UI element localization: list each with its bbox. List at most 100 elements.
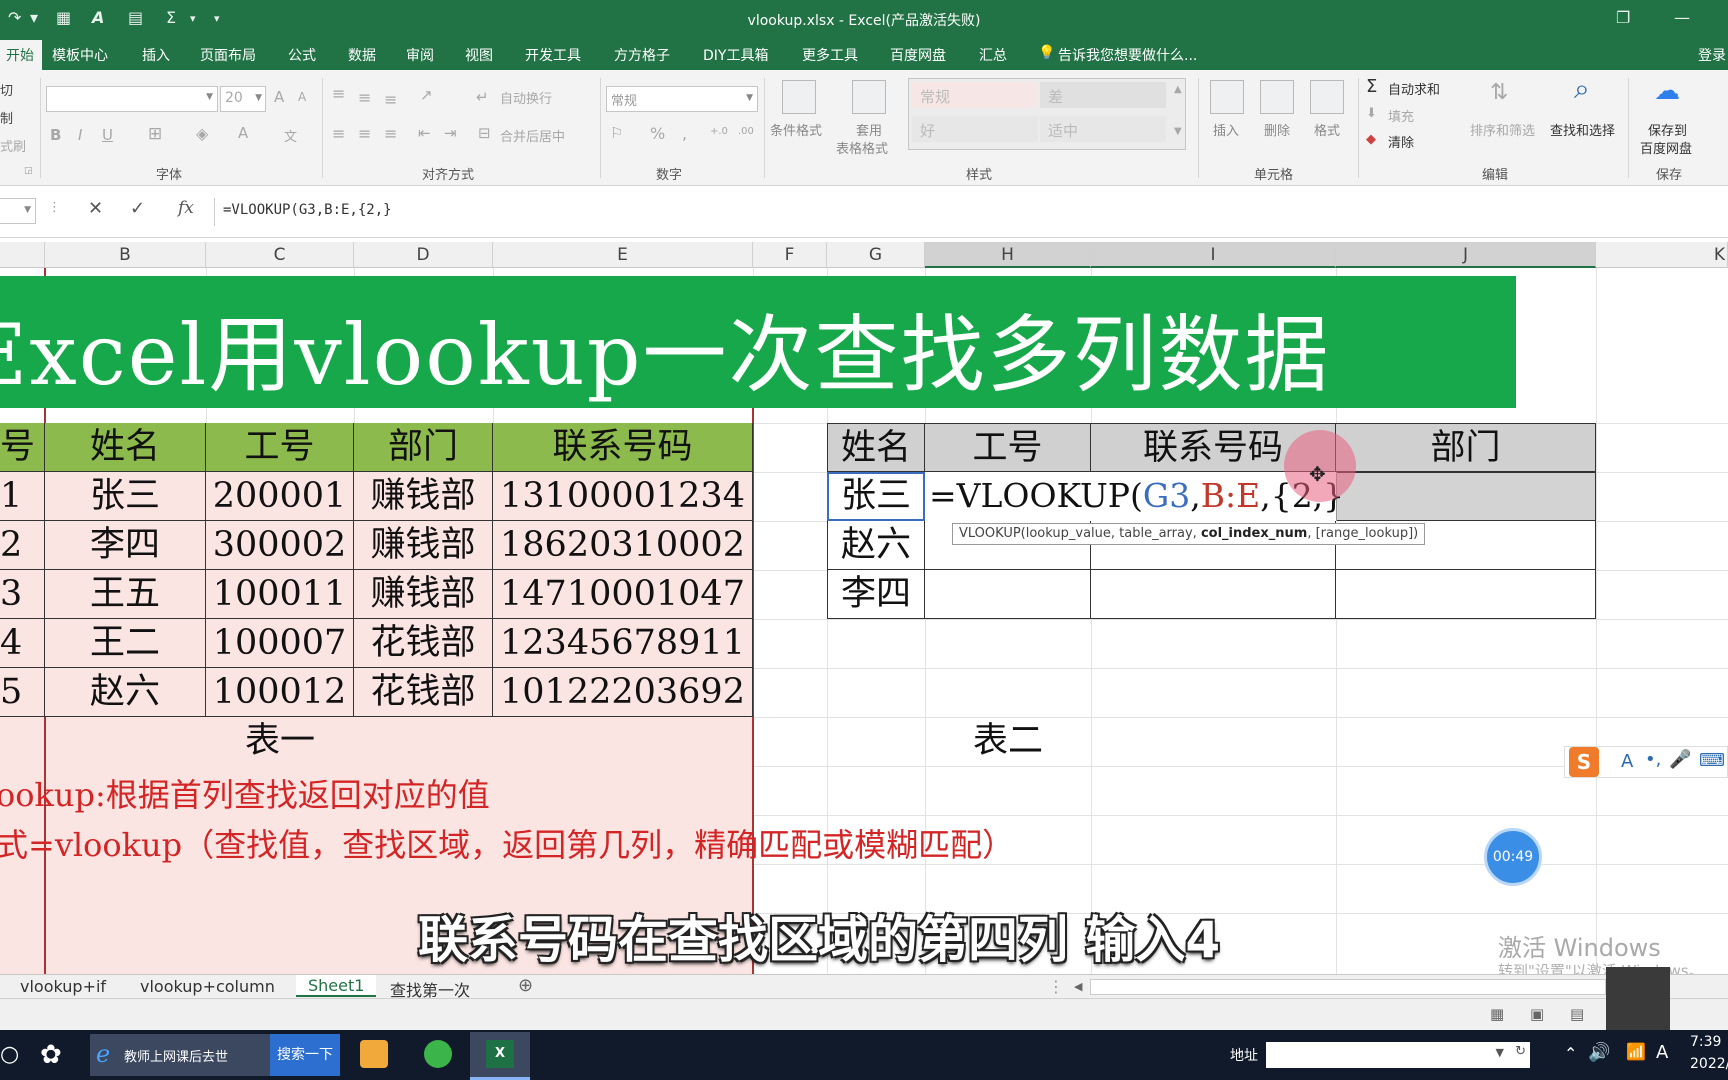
column-header-j[interactable]: J <box>1336 242 1596 268</box>
save-to-baidu-button[interactable]: 保存到 <box>1648 120 1687 139</box>
t1-cell[interactable]: 张三 <box>45 472 206 521</box>
column-header-k[interactable]: K <box>1596 242 1728 268</box>
t1-cell[interactable]: 200001 <box>206 472 354 521</box>
tab-insert[interactable]: 插入 <box>142 45 170 65</box>
fill-color-icon[interactable]: ◈ <box>196 124 208 143</box>
tab-formulas[interactable]: 公式 <box>288 45 316 65</box>
ime-punct-icon[interactable]: •, <box>1645 749 1661 770</box>
t2-header-name[interactable]: 姓名 <box>827 423 925 472</box>
column-header-b[interactable]: B <box>45 242 206 268</box>
clock-time[interactable]: 7:39 <box>1690 1034 1721 1050</box>
gallery-more-icon[interactable]: ▼ <box>1174 126 1182 137</box>
decrease-decimal-button[interactable]: .00 <box>738 126 754 137</box>
taskbar-ie-window[interactable]: e 教师上网课后去世 搜索一下 <box>90 1034 340 1076</box>
ime-mode-icon[interactable]: A <box>1621 751 1633 772</box>
accounting-icon[interactable]: ⚐ <box>610 124 623 142</box>
cancel-formula-icon[interactable]: ✕ <box>88 198 103 219</box>
cut-button[interactable]: 切 <box>0 80 13 99</box>
t1-cell[interactable]: 赚钱部 <box>354 570 493 619</box>
network-icon[interactable]: 📶 <box>1626 1042 1646 1061</box>
media-player-icon[interactable] <box>360 1040 388 1068</box>
t2-empty-cell[interactable] <box>925 570 1091 619</box>
align-top-icon[interactable]: ≡ <box>332 84 345 103</box>
microphone-icon[interactable]: 🎤 <box>1669 749 1691 770</box>
format-cells-button[interactable]: 格式 <box>1314 120 1340 139</box>
t1-cell[interactable]: 花钱部 <box>354 668 493 717</box>
t1-rownum[interactable]: 1 <box>0 472 45 521</box>
font-size-select[interactable]: 20 ▼ <box>220 86 266 112</box>
timer-badge[interactable]: 00:49 <box>1484 828 1542 886</box>
t1-cell[interactable]: 赵六 <box>45 668 206 717</box>
t1-cell[interactable]: 12345678911 <box>493 619 753 668</box>
column-header-f[interactable]: F <box>753 242 827 268</box>
cell-edit-formula[interactable]: =VLOOKUP(G3,B:E,{2,} <box>929 476 1344 515</box>
t1-cell[interactable]: 100007 <box>206 619 354 668</box>
column-header-g[interactable]: G <box>827 242 925 268</box>
t1-header-phone[interactable]: 联系号码 <box>493 423 753 472</box>
t2-empty-cell[interactable] <box>1336 570 1596 619</box>
tray-arrow-icon[interactable]: ⌃ <box>1564 1044 1577 1063</box>
page-break-view-icon[interactable]: ▤ <box>1570 1005 1584 1023</box>
t2-header-dept[interactable]: 部门 <box>1336 423 1596 472</box>
tell-me-box[interactable]: 告诉我您想要做什么... <box>1058 45 1197 65</box>
style-neutral[interactable]: 适中 <box>1040 116 1166 142</box>
t1-cell[interactable]: 花钱部 <box>354 619 493 668</box>
tab-page-layout[interactable]: 页面布局 <box>200 45 256 65</box>
scroll-left-icon[interactable]: ◀ <box>1074 980 1082 993</box>
table2-caption[interactable]: 表二 <box>925 717 1091 766</box>
ribbon-display-icon[interactable]: ❐ <box>1616 8 1630 27</box>
t1-cell[interactable]: 14710001047 <box>493 570 753 619</box>
t1-cell[interactable]: 赚钱部 <box>354 472 493 521</box>
tab-split-handle[interactable]: ⋮ <box>1048 977 1064 996</box>
bold-button[interactable]: B <box>50 126 61 144</box>
align-middle-icon[interactable]: ≡ <box>358 88 371 107</box>
taskbar-excel[interactable]: X <box>470 1032 530 1080</box>
table1-caption[interactable]: 表一 <box>206 717 354 766</box>
tab-template[interactable]: 模板中心 <box>52 45 108 65</box>
ime-indicator[interactable]: A <box>1656 1042 1668 1063</box>
underline-button[interactable]: U <box>102 126 113 144</box>
name-box[interactable]: ▼ <box>0 198 36 224</box>
t1-cell[interactable]: 13100001234 <box>493 472 753 521</box>
font-name-select[interactable]: ▼ <box>46 86 218 112</box>
align-bottom-icon[interactable]: ≡ <box>384 90 397 109</box>
search-once-button[interactable]: 搜索一下 <box>270 1034 340 1076</box>
tab-review[interactable]: 审阅 <box>406 45 434 65</box>
t1-rownum[interactable]: 3 <box>0 570 45 619</box>
style-bad[interactable]: 差 <box>1040 82 1166 108</box>
sort-filter-button[interactable]: 排序和筛选 <box>1470 120 1535 139</box>
insert-cells-button[interactable]: 插入 <box>1213 120 1239 139</box>
note-line-1[interactable]: ookup:根据首列查找返回对应的值 <box>0 770 490 816</box>
align-left-icon[interactable]: ≡ <box>332 124 345 143</box>
minimize-icon[interactable]: — <box>1674 8 1690 27</box>
align-center-icon[interactable]: ≡ <box>358 124 371 143</box>
t1-cell[interactable]: 李四 <box>45 521 206 570</box>
normal-view-icon[interactable]: ▦ <box>1490 1005 1504 1023</box>
tab-developer[interactable]: 开发工具 <box>525 45 581 65</box>
clipboard-launcher-icon[interactable]: ◲ <box>24 166 33 176</box>
merge-center-button[interactable]: 合并后居中 <box>500 126 565 145</box>
insert-function-icon[interactable]: fx <box>178 198 194 218</box>
sheet-tab-vlookup-if[interactable]: vlookup+if <box>20 977 106 996</box>
clear-button[interactable]: 清除 <box>1388 132 1414 151</box>
shrink-font-button[interactable]: A <box>298 90 306 104</box>
horizontal-scrollbar[interactable] <box>1090 979 1606 995</box>
ime-toolbar[interactable]: S A •, 🎤 ⌨ <box>1564 746 1728 778</box>
align-right-icon[interactable]: ≡ <box>384 124 397 143</box>
address-input[interactable]: ▼ ↻ <box>1266 1042 1530 1068</box>
wrap-text-button[interactable]: 自动换行 <box>500 88 552 107</box>
format-painter-button[interactable]: 式刷 <box>0 136 26 155</box>
t1-header-dept[interactable]: 部门 <box>354 423 493 472</box>
t1-rownum[interactable]: 5 <box>0 668 45 717</box>
tab-diy[interactable]: DIY工具箱 <box>703 45 768 65</box>
login-link[interactable]: 登录 <box>1698 45 1726 65</box>
find-select-button[interactable]: 查找和选择 <box>1550 120 1615 139</box>
column-header-e[interactable]: E <box>493 242 753 268</box>
column-header-i[interactable]: I <box>1091 242 1336 268</box>
decrease-indent-icon[interactable]: ⇤ <box>418 124 431 142</box>
comma-button[interactable]: , <box>682 124 687 143</box>
t1-cell[interactable]: 王二 <box>45 619 206 668</box>
t1-cell[interactable]: 王五 <box>45 570 206 619</box>
enter-formula-icon[interactable]: ✓ <box>130 198 145 219</box>
increase-decimal-button[interactable]: +.0 <box>710 126 728 137</box>
